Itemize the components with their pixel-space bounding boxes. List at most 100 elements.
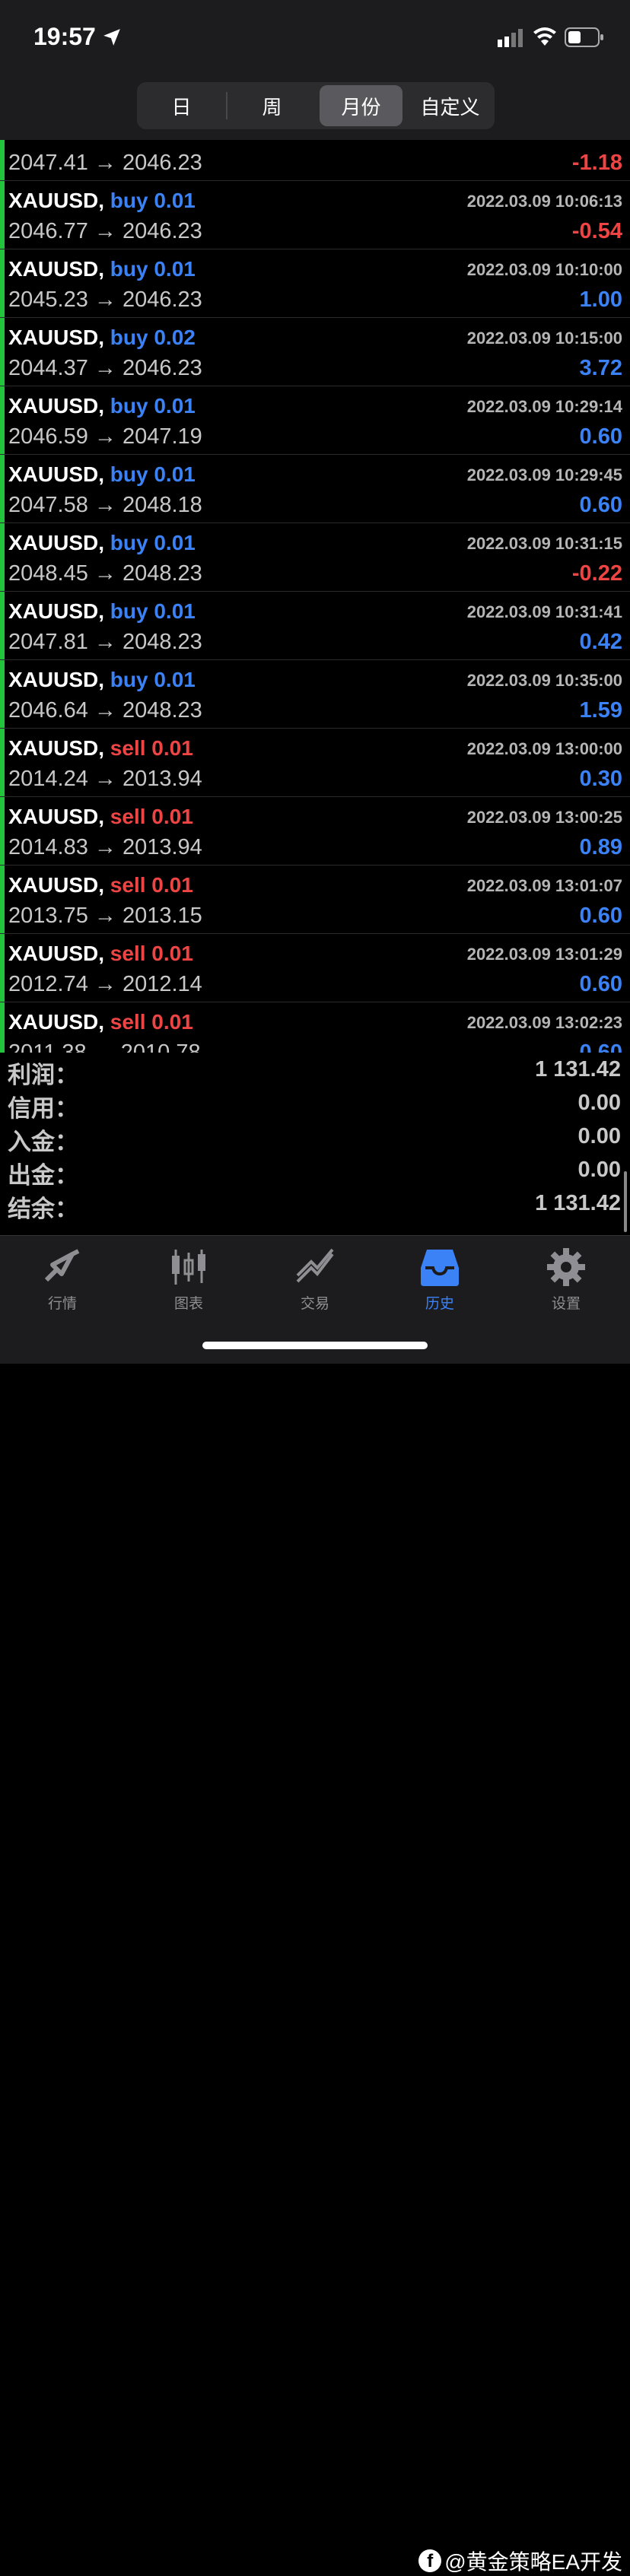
trade-prices: 2045.23 → 2046.23 (8, 287, 202, 312)
trade-header: XAUUSD, buy 0.01 (8, 599, 196, 624)
trade-header: XAUUSD, buy 0.01 (8, 394, 196, 418)
location-arrow-icon (103, 29, 120, 46)
trade-header: XAUUSD, buy 0.01 (8, 462, 196, 487)
tab-week[interactable]: 周 (231, 85, 313, 126)
trade-side: sell 0.01 (110, 736, 193, 760)
trade-side: buy 0.01 (110, 531, 196, 554)
trade-prices: 2046.64 → 2048.23 (8, 698, 202, 723)
trade-prices: 2048.45 → 2048.23 (8, 561, 202, 586)
trade-side: buy 0.01 (110, 599, 196, 623)
trade-side-label: buy (110, 189, 148, 212)
trade-row[interactable]: XAUUSD, sell 0.01 2022.03.09 13:00:25 2014… (0, 797, 630, 866)
trade-row[interactable]: XAUUSD, sell 0.01 2022.03.09 13:01:07 2013… (0, 866, 630, 934)
trade-side: sell 0.01 (110, 873, 193, 897)
tab-custom[interactable]: 自定义 (409, 85, 492, 126)
trade-row[interactable]: XAUUSD, buy 0.01 2022.03.09 10:29:14 2046.… (0, 386, 630, 455)
watermark: f @黄金策略EA开发 (418, 2546, 622, 2576)
trade-prices: 2047.58 → 2048.18 (8, 493, 202, 517)
home-indicator[interactable] (202, 1342, 428, 1349)
tab-history[interactable]: 历史 (387, 1247, 493, 1315)
trade-profit: 0.60 (579, 904, 622, 928)
trade-profit: 1.00 (579, 287, 622, 312)
tab-label: 历史 (425, 1296, 454, 1312)
tab-trade[interactable]: 交易 (262, 1247, 368, 1315)
trade-time: 2022.03.09 10:31:15 (466, 534, 622, 553)
summary-label: 利润： (8, 1062, 78, 1088)
trade-row[interactable]: 2047.41 → 2046.23 -1.18 (0, 140, 630, 181)
trade-time: 2022.03.09 10:15:00 (466, 329, 622, 348)
summary-value: 0.00 (578, 1124, 621, 1148)
tab-settings[interactable]: 设置 (513, 1247, 619, 1315)
trade-row[interactable]: XAUUSD, sell 0.01 2022.03.09 13:01:29 2012… (0, 934, 630, 1002)
tab-label: 设置 (551, 1296, 581, 1312)
trade-lot: 0.01 (151, 942, 193, 965)
trade-header: XAUUSD, sell 0.01 (8, 736, 193, 761)
trade-side-label: sell (110, 1010, 146, 1034)
trade-lot: 0.01 (154, 531, 196, 554)
trade-profit: 0.60 (579, 493, 622, 517)
trade-header: XAUUSD, buy 0.01 (8, 257, 196, 281)
trade-prices: 2011.38 → 2010.78 (8, 1040, 201, 1053)
trade-row[interactable]: XAUUSD, buy 0.01 2022.03.09 10:10:00 2045.… (0, 249, 630, 318)
status-time: 19:57 (33, 23, 96, 50)
trade-row[interactable]: XAUUSD, buy 0.01 2022.03.09 10:31:15 2048.… (0, 523, 630, 592)
trade-side-label: buy (110, 394, 148, 418)
trade-side: sell 0.01 (110, 805, 193, 828)
trade-row[interactable]: XAUUSD, buy 0.01 2022.03.09 10:29:45 2047.… (0, 455, 630, 523)
trade-prices: 2044.37 → 2046.23 (8, 356, 202, 380)
trade-row[interactable]: XAUUSD, sell 0.01 2022.03.09 13:02:23 2011… (0, 1002, 630, 1053)
segment-divider (226, 92, 228, 119)
trade-symbol: XAUUSD, (8, 531, 105, 554)
trade-history-list[interactable]: 2047.41 → 2046.23 -1.18 XAUUSD, buy 0.01 20… (0, 140, 630, 1053)
trade-time: 2022.03.09 10:29:14 (466, 397, 622, 416)
trade-side-label: buy (110, 531, 148, 554)
trade-side-label: sell (110, 805, 146, 828)
trade-row[interactable]: XAUUSD, sell 0.01 2022.03.09 13:00:00 2014… (0, 729, 630, 797)
settings-icon (547, 1248, 585, 1286)
trade-row[interactable]: XAUUSD, buy 0.01 2022.03.09 10:31:41 2047.… (0, 592, 630, 660)
watermark-text: @黄金策略EA开发 (444, 2550, 622, 2574)
trade-symbol: XAUUSD, (8, 942, 105, 965)
trade-time: 2022.03.09 10:06:13 (466, 192, 622, 211)
trade-lot: 0.01 (151, 805, 193, 828)
trade-symbol: XAUUSD, (8, 189, 105, 212)
trade-side-label: sell (110, 736, 146, 760)
trade-prices: 2014.24 → 2013.94 (8, 767, 202, 791)
trade-symbol: XAUUSD, (8, 805, 105, 828)
trade-side: buy 0.01 (110, 668, 196, 691)
tab-quotes[interactable]: 行情 (9, 1247, 116, 1315)
tab-chart[interactable]: 图表 (135, 1247, 242, 1315)
trade-row[interactable]: XAUUSD, buy 0.01 2022.03.09 10:06:13 2046.… (0, 181, 630, 249)
trade-lot: 0.01 (154, 668, 196, 691)
trade-symbol: XAUUSD, (8, 736, 105, 760)
trade-side: buy 0.01 (110, 189, 196, 212)
trade-row[interactable]: XAUUSD, buy 0.02 2022.03.09 10:15:00 2044.… (0, 318, 630, 386)
trade-profit: 0.30 (579, 767, 622, 791)
chart-icon (172, 1250, 205, 1285)
trade-profit: 3.72 (579, 356, 622, 380)
trade-profit: 0.60 (579, 972, 622, 996)
trade-prices: 2012.74 → 2012.14 (8, 972, 202, 996)
trade-profit: 0.60 (579, 424, 622, 449)
trade-prices: 2014.83 → 2013.94 (8, 835, 202, 859)
trade-time: 2022.03.09 10:31:41 (466, 602, 622, 621)
trade-prices: 2046.77 → 2046.23 (8, 219, 202, 243)
quotes-icon (44, 1249, 80, 1282)
summary-row-withdrawal: 出金： 0.00 (0, 1156, 630, 1190)
trade-icon (296, 1248, 334, 1283)
scroll-indicator[interactable] (624, 1171, 627, 1232)
summary-value: 1 131.42 (535, 1057, 621, 1082)
history-icon (421, 1250, 459, 1286)
trade-lot: 0.01 (151, 873, 193, 897)
trade-lot: 0.01 (154, 599, 196, 623)
trade-header: XAUUSD, buy 0.01 (8, 668, 196, 692)
tab-month[interactable]: 月份 (320, 85, 402, 126)
summary-value: 0.00 (578, 1091, 621, 1115)
trade-profit: 1.59 (579, 698, 622, 723)
tab-day[interactable]: 日 (140, 85, 223, 126)
trade-side: buy 0.01 (110, 394, 196, 418)
trade-header: XAUUSD, sell 0.01 (8, 1010, 193, 1034)
trade-time: 2022.03.09 10:10:00 (466, 260, 622, 279)
trade-row[interactable]: XAUUSD, buy 0.01 2022.03.09 10:35:00 2046.… (0, 660, 630, 729)
trade-symbol: XAUUSD, (8, 873, 105, 897)
